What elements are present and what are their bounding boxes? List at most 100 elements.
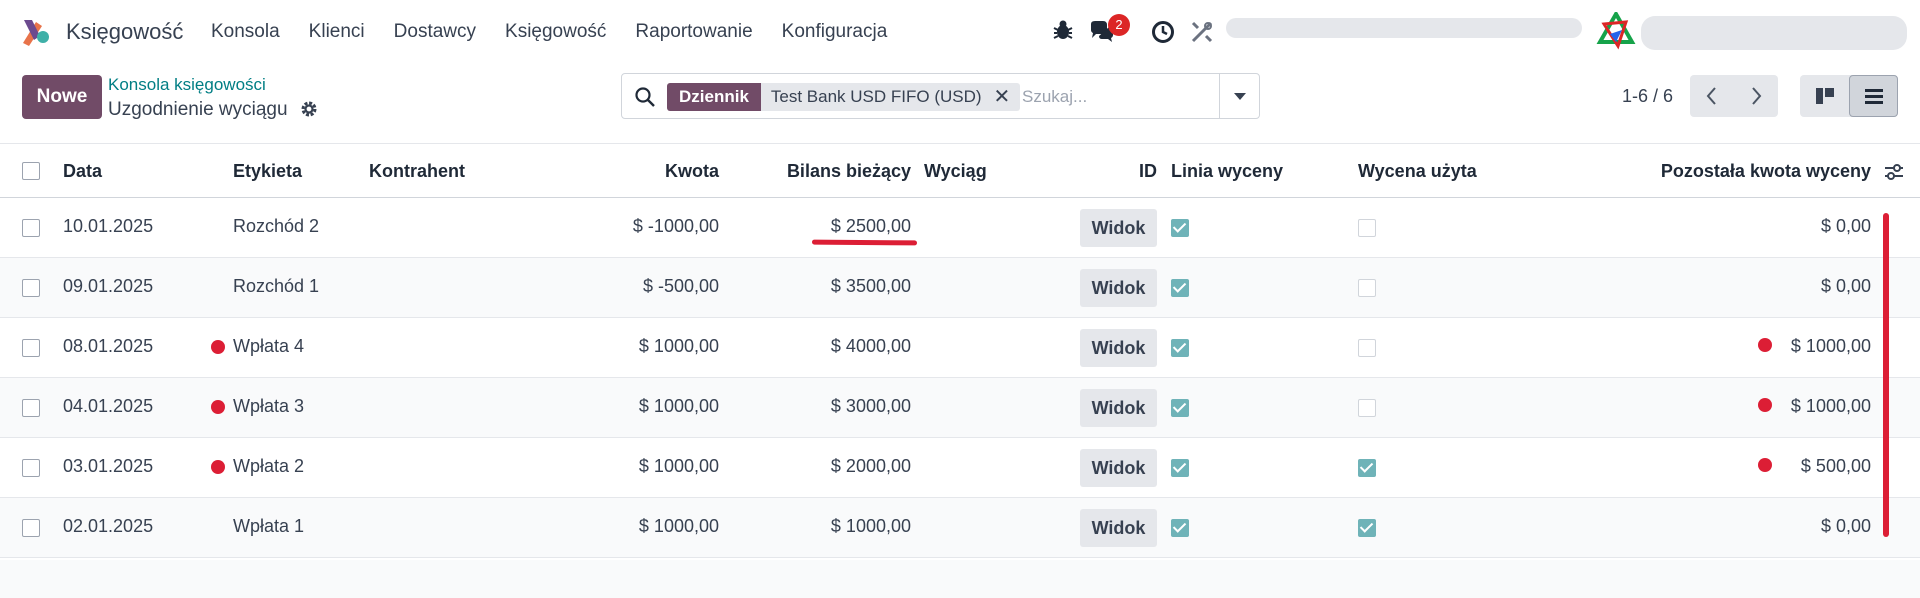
view-button[interactable]: Widok — [1080, 269, 1157, 307]
column-header-statement[interactable]: Wyciąg — [924, 161, 987, 182]
cell-label: Rozchód 1 — [233, 276, 320, 296]
table-header: Data Etykieta Kontrahent Kwota Bilans bi… — [0, 143, 1920, 198]
kanban-view-button[interactable] — [1800, 75, 1849, 117]
cell-amount: $ 1000,00 — [638, 516, 719, 536]
pager-next-button[interactable] — [1734, 75, 1778, 117]
cell-label: Wpłata 1 — [233, 516, 305, 536]
cell-label: Wpłata 3 — [233, 396, 305, 416]
tools-icon[interactable] — [1190, 20, 1214, 44]
column-header-label[interactable]: Etykieta — [233, 161, 302, 182]
page-title: Uzgodnienie wyciągu — [108, 99, 288, 120]
bug-icon[interactable] — [1052, 18, 1074, 42]
cell-amount: $ -500,00 — [642, 276, 719, 296]
row-select-checkbox[interactable] — [22, 219, 40, 237]
search-bar: Dziennik Test Bank USD FIFO (USD) ✕ — [621, 73, 1260, 119]
view-switcher — [1800, 75, 1898, 117]
search-icon[interactable] — [634, 86, 656, 108]
close-icon[interactable]: ✕ — [994, 83, 1011, 111]
valuation-line-checkbox — [1171, 219, 1189, 237]
cell-date: 09.01.2025 — [63, 276, 154, 296]
view-button[interactable]: Widok — [1080, 389, 1157, 427]
app-name[interactable]: Księgowość — [66, 19, 183, 45]
valuation-used-checkbox — [1358, 339, 1376, 357]
search-input[interactable] — [1022, 84, 1232, 110]
row-select-checkbox[interactable] — [22, 339, 40, 357]
list-footer-area — [0, 560, 1920, 598]
pager-buttons — [1690, 75, 1778, 117]
cell-label: Wpłata 4 — [233, 336, 305, 356]
cell-remaining-valuation: $ 0,00 — [1820, 516, 1871, 536]
valuation-used-checkbox — [1358, 279, 1376, 297]
table-row[interactable]: 03.01.2025 Wpłata 2 $ 1000,00 $ 2000,00 Wido… — [0, 438, 1920, 498]
annotation-dot — [211, 460, 225, 474]
menu-item-raportowanie[interactable]: Raportowanie — [635, 21, 752, 43]
valuation-used-checkbox — [1358, 219, 1376, 237]
view-button[interactable]: Widok — [1080, 329, 1157, 367]
cell-running-balance: $ 4000,00 — [830, 336, 911, 356]
valuation-line-checkbox — [1171, 339, 1189, 357]
company-logo-icon — [1596, 12, 1636, 50]
row-select-checkbox[interactable] — [22, 279, 40, 297]
view-button[interactable]: Widok — [1080, 449, 1157, 487]
cell-running-balance: $ 1000,00 — [830, 516, 911, 536]
cell-remaining-valuation: $ 1000,00 — [1790, 396, 1871, 416]
breadcrumb[interactable]: Konsola księgowości — [108, 75, 266, 95]
table-row[interactable]: 04.01.2025 Wpłata 3 $ 1000,00 $ 3000,00 Wido… — [0, 378, 1920, 438]
table-row[interactable]: 02.01.2025 Wpłata 1 $ 1000,00 $ 1000,00 Wido… — [0, 498, 1920, 558]
column-header-date[interactable]: Data — [63, 161, 102, 182]
select-all-checkbox[interactable] — [22, 162, 40, 180]
view-button[interactable]: Widok — [1080, 509, 1157, 547]
search-facet-journal: Dziennik Test Bank USD FIFO (USD) ✕ — [667, 83, 1021, 111]
valuation-line-checkbox — [1171, 519, 1189, 537]
column-header-running-balance[interactable]: Bilans bieżący — [730, 161, 911, 182]
menu-item-dostawcy[interactable]: Dostawcy — [394, 21, 476, 43]
clock-icon[interactable] — [1151, 20, 1175, 44]
valuation-used-checkbox — [1358, 519, 1376, 537]
gear-icon[interactable] — [300, 100, 318, 118]
valuation-used-checkbox — [1358, 459, 1376, 477]
menu-item-klienci[interactable]: Klienci — [309, 21, 365, 43]
cell-date: 08.01.2025 — [63, 336, 154, 356]
cell-amount: $ -1000,00 — [632, 216, 719, 236]
kanban-icon — [1816, 88, 1834, 104]
app-logo-icon[interactable] — [20, 16, 50, 46]
company-switcher-redacted[interactable] — [1226, 18, 1582, 38]
user-menu-redacted[interactable] — [1641, 16, 1907, 50]
pager-previous-button[interactable] — [1690, 75, 1734, 117]
cell-label: Wpłata 2 — [233, 456, 305, 476]
pager-value[interactable]: 1-6 / 6 — [1622, 86, 1673, 107]
view-button[interactable]: Widok — [1080, 209, 1157, 247]
optional-columns-icon[interactable] — [1884, 163, 1904, 181]
table-row[interactable]: 10.01.2025 Rozchód 2 $ -1000,00 $ 2500,00 Wi… — [0, 198, 1920, 258]
top-navbar: Księgowość Konsola Klienci Dostawcy Księ… — [0, 0, 1920, 62]
column-header-amount[interactable]: Kwota — [560, 161, 719, 182]
column-header-valuation-used[interactable]: Wycena użyta — [1358, 161, 1477, 182]
messages-badge: 2 — [1108, 14, 1130, 36]
cell-label: Rozchód 2 — [233, 216, 320, 236]
table-row[interactable]: 08.01.2025 Wpłata 4 $ 1000,00 $ 4000,00 Wido… — [0, 318, 1920, 378]
column-header-id[interactable]: ID — [1100, 161, 1157, 182]
cell-date: 04.01.2025 — [63, 396, 154, 416]
table-row[interactable]: 09.01.2025 Rozchód 1 $ -500,00 $ 3500,00 Wid… — [0, 258, 1920, 318]
cell-running-balance: $ 2000,00 — [830, 456, 911, 476]
column-header-valuation-line[interactable]: Linia wyceny — [1171, 161, 1283, 182]
new-button[interactable]: Nowe — [22, 75, 102, 119]
column-header-partner[interactable]: Kontrahent — [369, 161, 465, 182]
row-select-checkbox[interactable] — [22, 399, 40, 417]
menu-item-konsola[interactable]: Konsola — [211, 21, 280, 43]
row-select-checkbox[interactable] — [22, 519, 40, 537]
valuation-used-checkbox — [1358, 399, 1376, 417]
menu-item-konfiguracja[interactable]: Konfiguracja — [782, 21, 888, 43]
cell-amount: $ 1000,00 — [638, 336, 719, 356]
cell-remaining-valuation: $ 1000,00 — [1790, 336, 1871, 356]
menu-item-ksiegowosc[interactable]: Księgowość — [505, 21, 606, 43]
annotation-dot — [211, 400, 225, 414]
column-header-remaining-valuation[interactable]: Pozostała kwota wyceny — [1560, 161, 1871, 182]
list-view-button[interactable] — [1849, 75, 1898, 117]
row-select-checkbox[interactable] — [22, 459, 40, 477]
chevron-right-icon — [1752, 87, 1762, 105]
cell-remaining-valuation: $ 0,00 — [1820, 276, 1871, 296]
search-options-toggle[interactable] — [1219, 74, 1259, 118]
facet-value-text: Test Bank USD FIFO (USD) — [770, 87, 982, 106]
cell-date: 02.01.2025 — [63, 516, 154, 536]
